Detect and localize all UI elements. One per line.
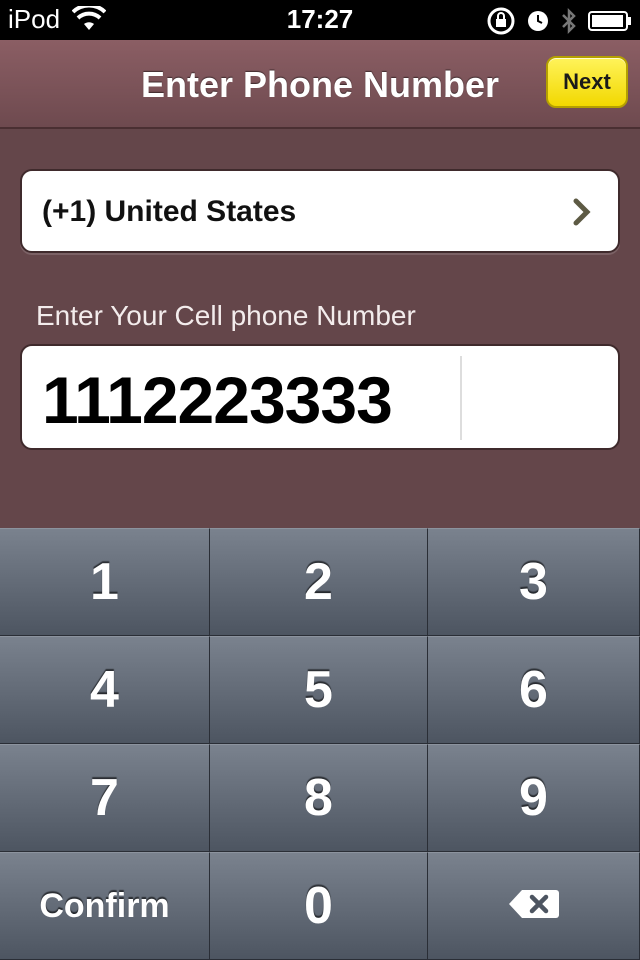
key-7[interactable]: 7 <box>0 744 210 852</box>
page-title: Enter Phone Number <box>140 64 500 105</box>
battery-icon <box>588 10 632 37</box>
next-button[interactable]: Next <box>546 56 628 108</box>
key-1[interactable]: 1 <box>0 528 210 636</box>
key-6[interactable]: 6 <box>428 636 640 744</box>
key-3[interactable]: 3 <box>428 528 640 636</box>
country-selector[interactable]: (+1) United States <box>20 169 620 253</box>
navigation-bar: Enter Phone Number Next <box>0 40 640 129</box>
status-bar: iPod 17:27 <box>0 0 640 40</box>
key-5[interactable]: 5 <box>210 636 428 744</box>
alarm-icon <box>526 9 550 38</box>
backspace-icon <box>508 888 560 925</box>
confirm-key[interactable]: Confirm <box>0 852 210 960</box>
chevron-right-icon <box>572 197 592 232</box>
status-icons <box>486 6 632 41</box>
key-0[interactable]: 0 <box>210 852 428 960</box>
bluetooth-icon <box>560 7 578 40</box>
phone-prompt-label: Enter Your Cell phone Number <box>36 300 416 331</box>
app-screen: Enter Phone Number Next (+1) United Stat… <box>0 40 640 530</box>
text-caret <box>460 356 462 440</box>
key-4[interactable]: 4 <box>0 636 210 744</box>
delete-key[interactable] <box>428 852 640 960</box>
key-8[interactable]: 8 <box>210 744 428 852</box>
rotation-lock-icon <box>486 6 516 41</box>
key-9[interactable]: 9 <box>428 744 640 852</box>
phone-number-field[interactable]: 1112223333 <box>20 344 620 450</box>
numeric-keypad: 1 2 3 4 5 6 7 8 9 Confirm 0 <box>0 528 640 960</box>
phone-number-value: 1112223333 <box>42 363 393 437</box>
country-label: (+1) United States <box>42 195 297 228</box>
key-2[interactable]: 2 <box>210 528 428 636</box>
